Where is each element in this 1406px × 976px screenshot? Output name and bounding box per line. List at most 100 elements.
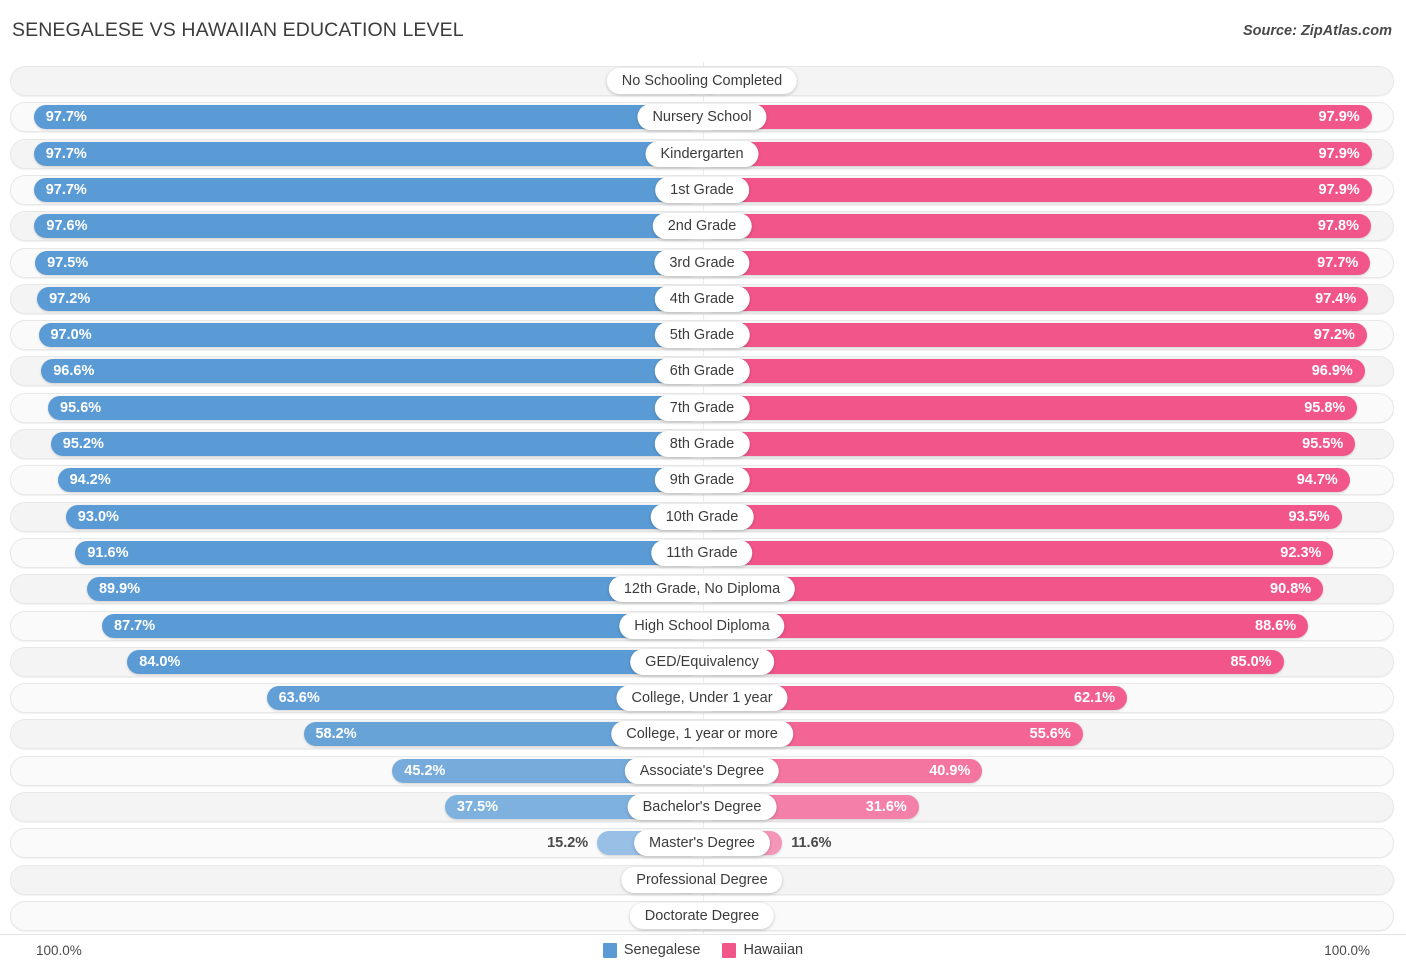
chart-row: 91.6% 92.3% 11th Grade (10, 537, 1394, 568)
value-label-hawaiian: 95.8% (1304, 399, 1346, 416)
chart-row: 95.6% 95.8% 7th Grade (10, 392, 1394, 423)
chart-row: 15.2% 11.6% Master's Degree (10, 828, 1394, 859)
bar-senegalese[interactable] (75, 540, 701, 565)
bar-senegalese[interactable] (127, 649, 701, 674)
value-label-senegalese: 15.2% (547, 835, 589, 852)
value-label-hawaiian: 97.8% (1317, 218, 1359, 235)
chart-row: 45.2% 40.9% Associate's Degree (10, 755, 1394, 786)
category-label: 6th Grade (654, 358, 750, 385)
chart-row: 84.0% 85.0% GED/Equivalency (10, 646, 1394, 677)
value-label-senegalese: 97.7% (45, 145, 87, 162)
value-label-senegalese: 97.5% (47, 254, 89, 271)
value-label-hawaiian: 92.3% (1280, 544, 1322, 561)
category-label: 11th Grade (651, 539, 753, 566)
value-label-senegalese: 93.0% (77, 508, 119, 525)
category-label: 2nd Grade (652, 213, 752, 240)
bar-senegalese[interactable] (57, 468, 701, 493)
chart-row: 4.6%3.4%Professional Degree (10, 864, 1394, 895)
chart-row: 89.9% 90.8% 12th Grade, No Diploma (10, 574, 1394, 605)
category-label: Master's Degree (634, 830, 770, 857)
bar-hawaiian[interactable] (703, 214, 1371, 239)
legend-swatch-icon (722, 942, 737, 958)
category-label: College, 1 year or more (611, 721, 793, 748)
value-label-hawaiian: 90.8% (1270, 581, 1312, 598)
legend-label: Hawaiian (743, 942, 804, 958)
value-label-hawaiian: 11.6% (791, 835, 832, 852)
bar-senegalese[interactable] (33, 105, 701, 130)
bar-senegalese[interactable] (102, 613, 701, 638)
value-label-hawaiian: 88.6% (1255, 617, 1297, 634)
chart-row: 97.6% 97.8% 2nd Grade (10, 211, 1394, 242)
chart-plot-area: 2.3%2.2%No Schooling Completed 97.7% 97.9%… (0, 62, 1406, 934)
value-label-senegalese: 96.6% (53, 363, 95, 380)
category-label: 9th Grade (654, 467, 750, 494)
bar-hawaiian[interactable] (703, 250, 1371, 275)
bar-senegalese[interactable] (33, 141, 701, 166)
category-label: 4th Grade (654, 285, 750, 312)
category-label: 3rd Grade (654, 249, 750, 276)
value-label-senegalese: 91.6% (87, 544, 129, 561)
bar-hawaiian[interactable] (703, 141, 1372, 166)
bar-hawaiian[interactable] (703, 395, 1358, 420)
category-label: GED/Equivalency (630, 648, 774, 675)
bar-senegalese[interactable] (41, 359, 701, 384)
bar-senegalese[interactable] (50, 432, 701, 456)
chart-row: 2.3%2.2%No Schooling Completed (10, 66, 1394, 96)
chart-row: 97.7% 97.9% Kindergarten (10, 138, 1394, 169)
bar-senegalese[interactable] (38, 323, 701, 348)
bar-hawaiian[interactable] (703, 323, 1367, 348)
bar-senegalese[interactable] (35, 250, 701, 275)
chart-legend: Senegalese Hawaiian (0, 942, 1406, 958)
chart-footer: 100.0% 100.0% Senegalese Hawaiian (0, 934, 1406, 976)
bar-hawaiian[interactable] (703, 105, 1372, 130)
chart-row: 94.2% 94.7% 9th Grade (10, 465, 1394, 496)
value-label-hawaiian: 97.7% (1317, 254, 1359, 271)
value-label-senegalese: 45.2% (404, 762, 446, 779)
category-label: 10th Grade (650, 503, 754, 530)
value-label-senegalese: 87.7% (114, 617, 156, 634)
bar-hawaiian[interactable] (703, 613, 1309, 638)
value-label-hawaiian: 40.9% (929, 762, 971, 779)
chart-row: 96.6% 96.9% 6th Grade (10, 356, 1394, 387)
bar-senegalese[interactable] (48, 395, 701, 420)
value-label-hawaiian: 55.6% (1029, 726, 1071, 743)
chart-row: 63.6% 62.1% College, Under 1 year (10, 683, 1394, 714)
value-label-senegalese: 97.7% (45, 181, 87, 198)
bar-hawaiian[interactable] (703, 359, 1365, 384)
category-label: Nursery School (637, 104, 767, 131)
category-label: No Schooling Completed (606, 68, 798, 94)
value-label-senegalese: 94.2% (69, 472, 111, 489)
bar-senegalese[interactable] (33, 177, 701, 202)
value-label-hawaiian: 97.2% (1313, 327, 1355, 344)
bar-senegalese[interactable] (65, 504, 701, 529)
category-label: Kindergarten (645, 140, 759, 167)
bar-hawaiian[interactable] (703, 177, 1372, 202)
source-label: Source: ZipAtlas.com (1242, 23, 1392, 39)
value-label-hawaiian: 31.6% (865, 799, 907, 815)
value-label-hawaiian: 85.0% (1230, 653, 1272, 670)
bar-hawaiian[interactable] (703, 504, 1342, 529)
category-label: Bachelor's Degree (627, 794, 777, 820)
value-label-hawaiian: 97.9% (1318, 181, 1360, 198)
value-label-senegalese: 97.7% (45, 109, 87, 126)
chart-row: 37.5% 31.6% Bachelor's Degree (10, 792, 1394, 822)
value-label-senegalese: 95.2% (62, 436, 104, 452)
value-label-hawaiian: 97.9% (1318, 109, 1360, 126)
bar-hawaiian[interactable] (703, 468, 1350, 493)
chart-row: 87.7% 88.6% High School Diploma (10, 610, 1394, 641)
chart-row: 58.2% 55.6% College, 1 year or more (10, 719, 1394, 750)
bar-hawaiian[interactable] (703, 432, 1356, 456)
legend-item-hawaiian[interactable]: Hawaiian (722, 942, 803, 958)
bar-hawaiian[interactable] (703, 286, 1369, 311)
chart-row: 97.7% 97.9% Nursery School (10, 102, 1394, 133)
bar-senegalese[interactable] (34, 214, 701, 239)
chart-row: 97.2% 97.4% 4th Grade (10, 283, 1394, 314)
bar-hawaiian[interactable] (703, 649, 1284, 674)
legend-item-senegalese[interactable]: Senegalese (602, 942, 700, 958)
value-label-hawaiian: 95.5% (1302, 436, 1344, 452)
bar-hawaiian[interactable] (703, 577, 1324, 602)
value-label-hawaiian: 62.1% (1074, 690, 1116, 707)
bar-senegalese[interactable] (37, 286, 701, 311)
bar-hawaiian[interactable] (703, 540, 1334, 565)
chart-row: 97.0% 97.2% 5th Grade (10, 320, 1394, 351)
